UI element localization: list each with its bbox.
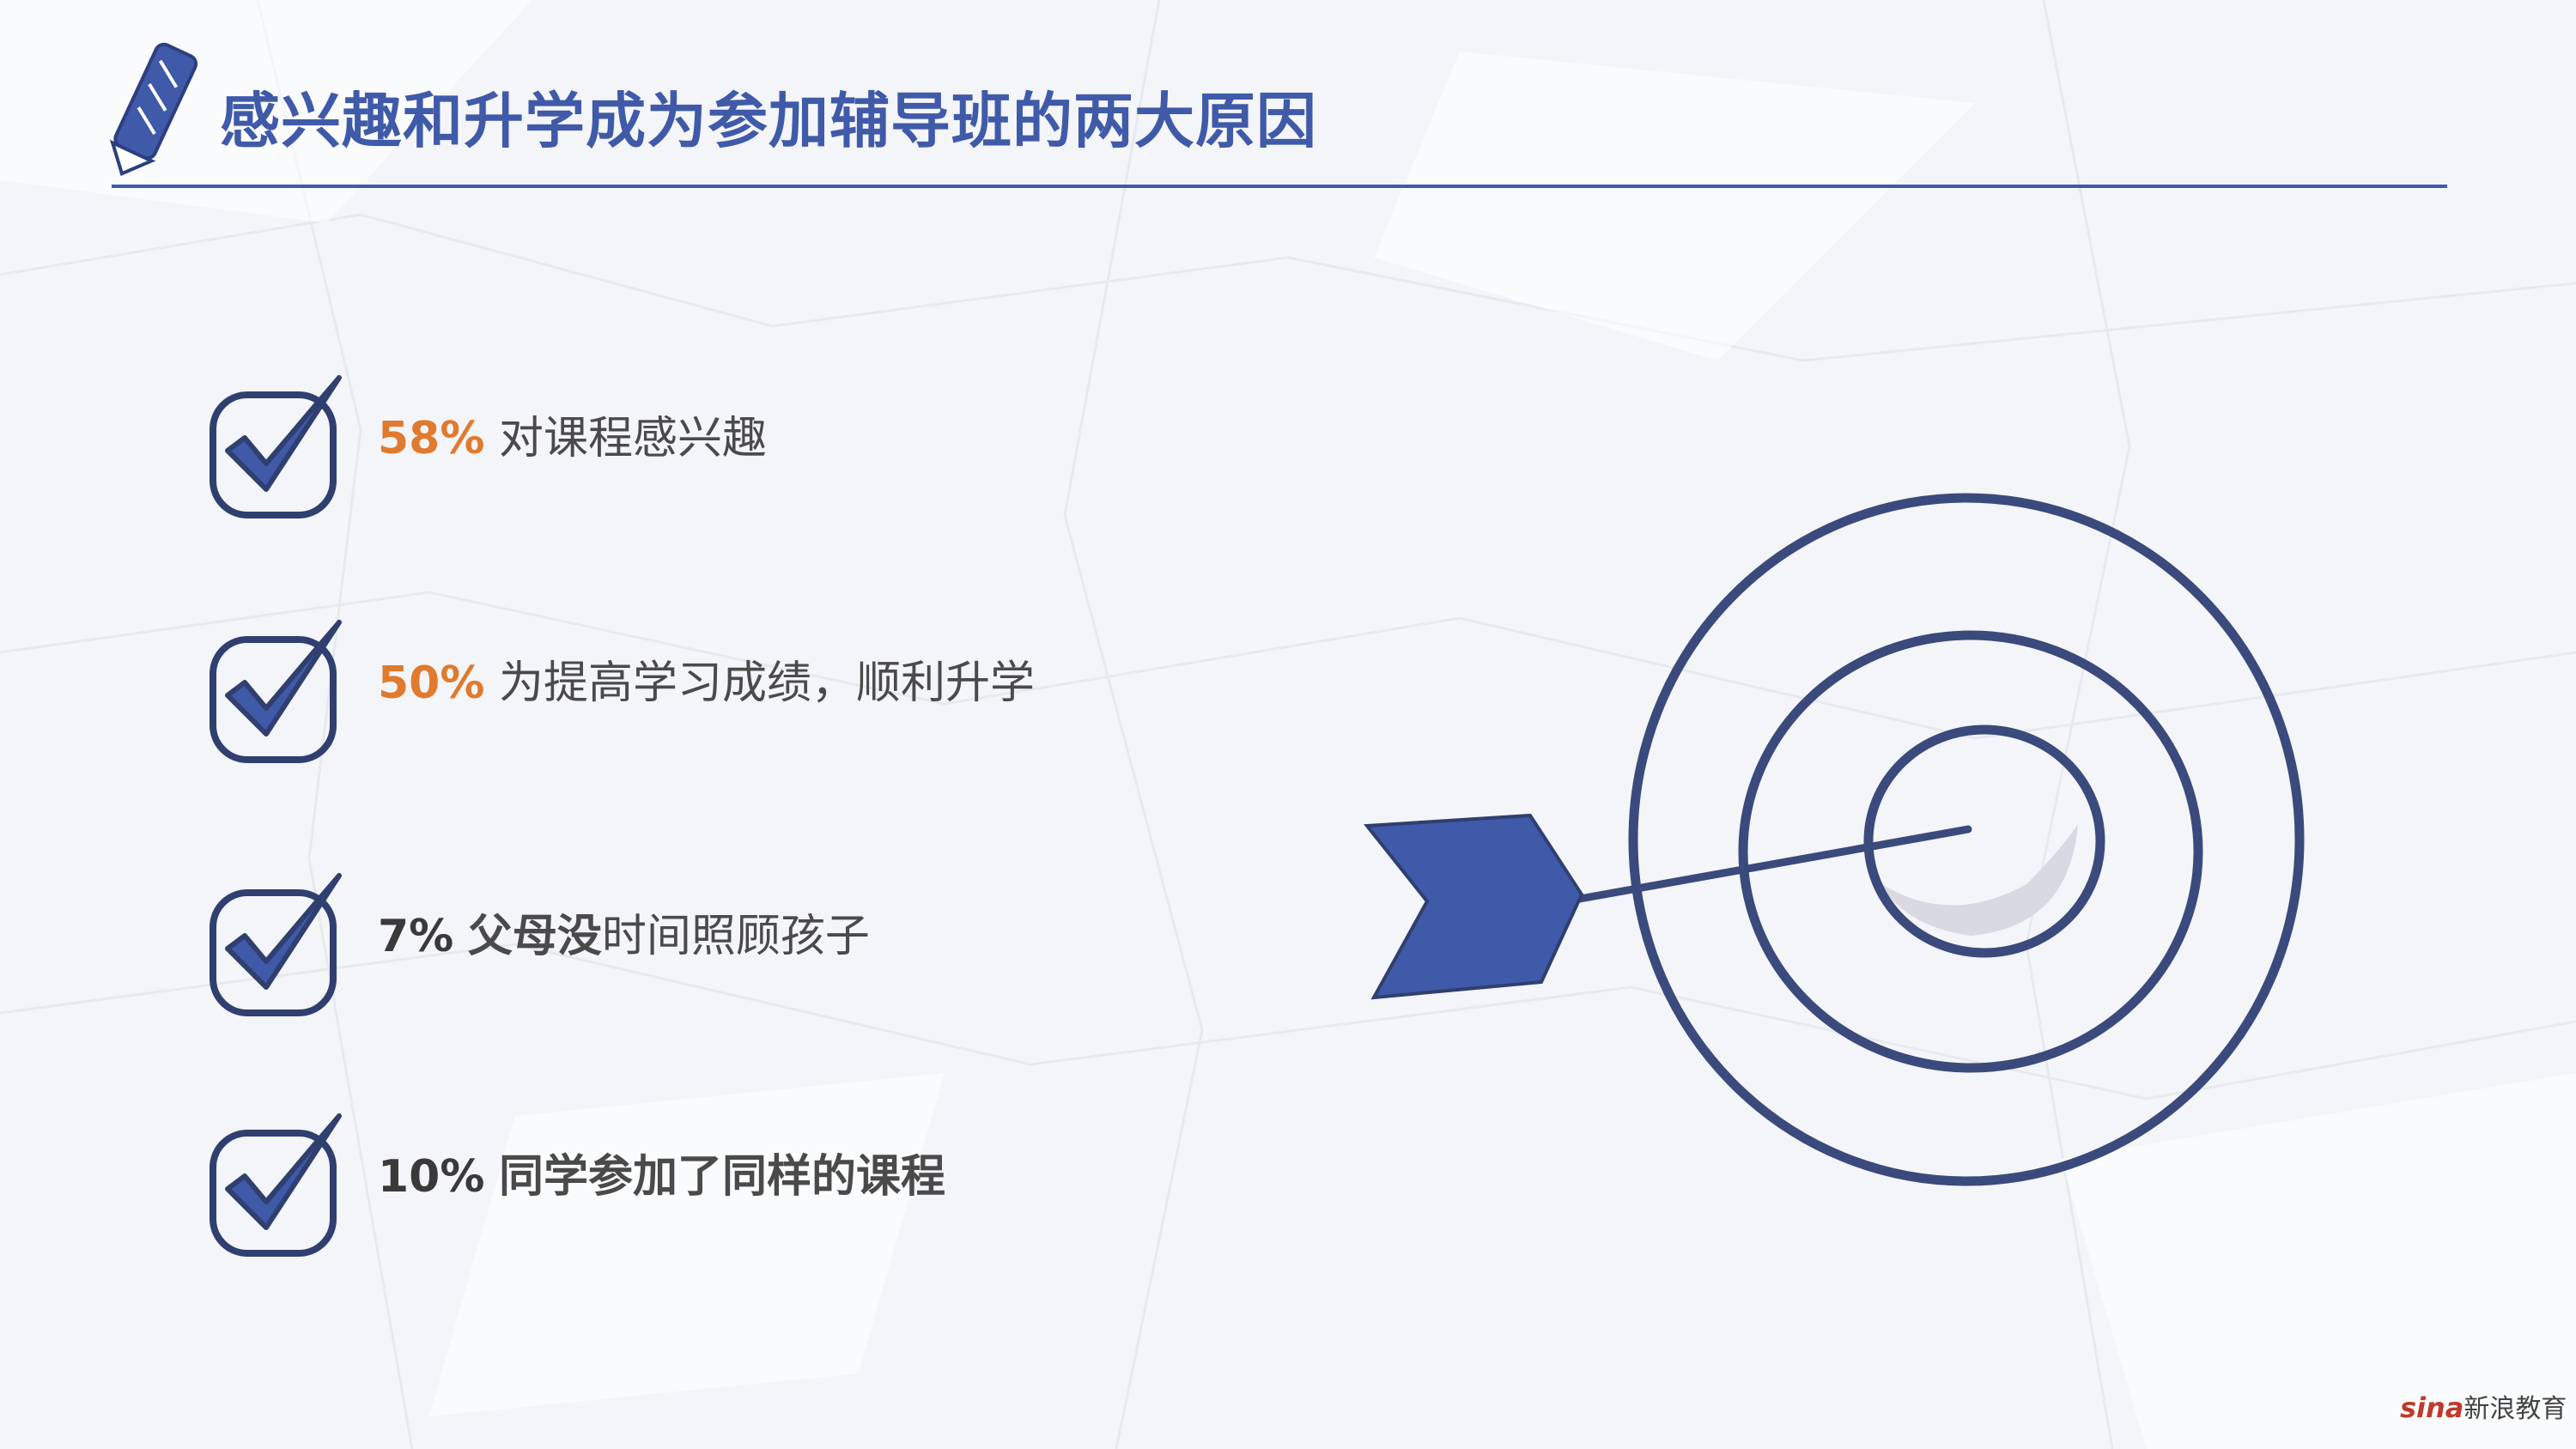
slide-title: 感兴趣和升学成为参加辅导班的两大原因 <box>220 86 1317 156</box>
reason-text: 58% 对课程感兴趣 <box>378 409 767 469</box>
checkbox-check-icon <box>210 375 342 518</box>
reason-emphasis: 同学参加了同样的课程 <box>499 1151 946 1203</box>
pencil-icon <box>109 42 198 176</box>
reason-description: 对课程感兴趣 <box>499 413 768 464</box>
logo-label: 新浪教育 <box>2464 1394 2567 1424</box>
reason-item: 7% 父母没时间照顾孩子 <box>206 858 1322 1022</box>
reason-item: 58% 对课程感兴趣 <box>206 361 1322 524</box>
reason-percentage: 7% <box>378 911 454 962</box>
reason-text: 7% 父母没时间照顾孩子 <box>378 906 870 967</box>
reason-item: 50% 为提高学习成绩，顺利升学 <box>206 605 1322 768</box>
logo-brand: sina <box>2400 1391 2464 1424</box>
checkbox-check-icon <box>210 1113 342 1257</box>
reason-percentage: 58% <box>378 413 485 464</box>
target-arrow-icon <box>1364 493 2305 1186</box>
reason-text: 50% 为提高学习成绩，顺利升学 <box>378 653 1035 713</box>
reason-percentage: 50% <box>378 658 485 709</box>
reason-text: 10% 同学参加了同样的课程 <box>378 1147 945 1207</box>
checkbox-check-icon <box>210 620 342 763</box>
reason-item: 10% 同学参加了同样的课程 <box>206 1099 1322 1262</box>
checkbox-check-icon <box>210 873 342 1016</box>
sina-edu-logo: sina新浪教育 <box>2400 1391 2567 1427</box>
reason-percentage: 10% <box>378 1151 485 1203</box>
reason-emphasis: 父母没 <box>467 911 602 962</box>
title-divider <box>112 185 2447 188</box>
reason-description: 为提高学习成绩，顺利升学 <box>499 658 1036 709</box>
reason-description: 时间照顾孩子 <box>601 911 870 962</box>
